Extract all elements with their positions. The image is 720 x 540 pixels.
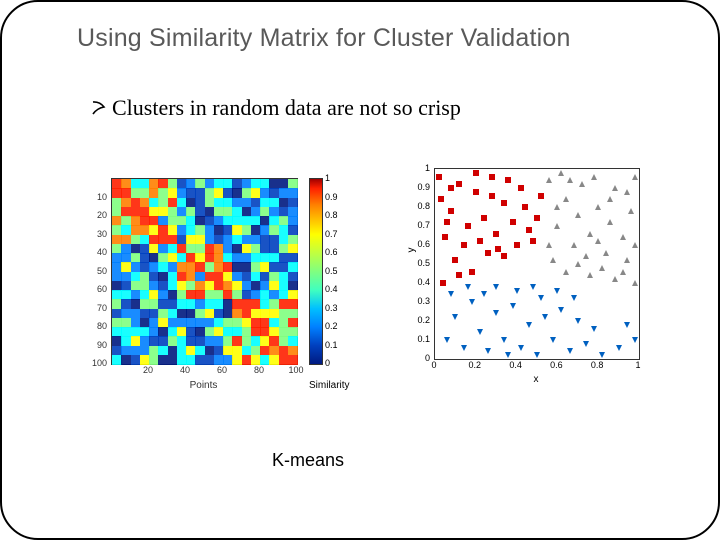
bullet-text: Clusters in random data are not so crisp bbox=[112, 95, 461, 120]
colorbar-ticks: 00.10.20.30.40.50.60.70.80.91 bbox=[323, 178, 345, 363]
scatter-y-axis: 00.10.20.30.40.50.60.70.80.91 bbox=[400, 168, 432, 358]
scatter-figure: 00.10.20.30.40.50.60.70.80.91 00.20.40.6… bbox=[400, 158, 658, 388]
scatter-x-axis: 00.20.40.60.81 bbox=[434, 360, 638, 374]
slide-title: Using Similarity Matrix for Cluster Vali… bbox=[77, 24, 571, 53]
scatter-x-label: x bbox=[434, 374, 638, 385]
heatmap-area bbox=[111, 178, 298, 365]
heatmap-x-label: Points bbox=[111, 380, 296, 391]
colorbar-label: Similarity bbox=[309, 380, 350, 391]
scatter-area bbox=[434, 168, 640, 360]
similarity-matrix-figure: 102030405060708090100 20406080100 Points… bbox=[77, 168, 347, 398]
bullet-icon bbox=[90, 97, 108, 123]
colorbar bbox=[309, 178, 323, 365]
slide: Using Similarity Matrix for Cluster Vali… bbox=[0, 0, 720, 540]
scatter-y-label: y bbox=[406, 248, 417, 253]
heatmap-y-axis: 102030405060708090100 bbox=[77, 178, 109, 363]
figure-caption: K-means bbox=[272, 450, 344, 471]
bullet-item: Clusters in random data are not so crisp bbox=[90, 95, 461, 123]
heatmap-x-axis: 20406080100 bbox=[111, 365, 296, 379]
